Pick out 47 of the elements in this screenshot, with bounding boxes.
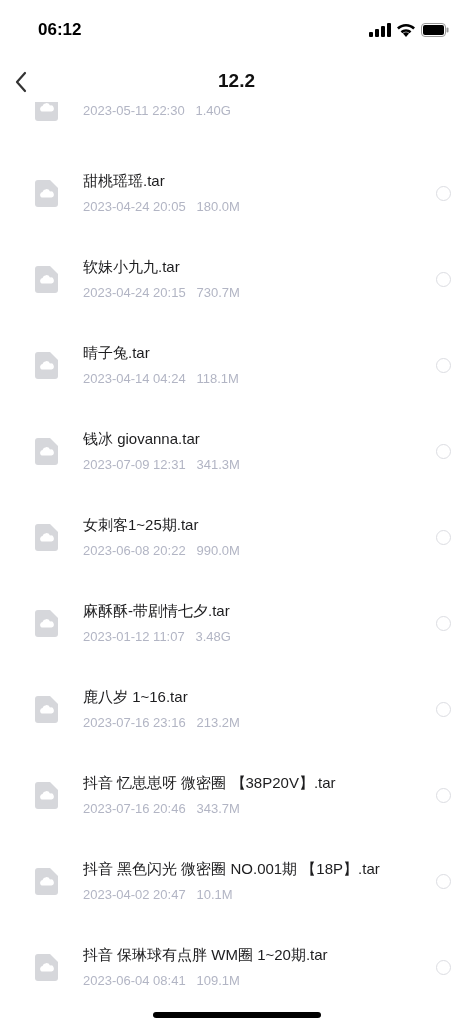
- select-radio[interactable]: [436, 959, 451, 975]
- cloud-file-icon: [35, 781, 58, 809]
- select-radio[interactable]: [436, 271, 451, 287]
- select-radio[interactable]: [436, 357, 451, 373]
- file-meta: 2023-07-09 12:31 341.3M: [83, 455, 241, 474]
- status-time: 06:12: [38, 20, 82, 40]
- file-name: 抖音 黑色闪光 微密圈 NO.001期 【18P】.tar: [83, 858, 381, 879]
- file-meta: 2023-05-11 22:30 1.40G: [83, 102, 232, 120]
- cloud-file-icon: [35, 265, 58, 293]
- cloud-file-icon: [35, 523, 58, 551]
- file-name: 甜桃瑶瑶.tar: [83, 170, 166, 191]
- select-radio[interactable]: [436, 529, 451, 545]
- select-radio[interactable]: [436, 787, 451, 803]
- cloud-file-icon: [35, 867, 58, 895]
- cloud-file-icon: [35, 102, 58, 121]
- file-name: 女刺客1~25期.tar: [83, 514, 200, 535]
- file-name: 抖音 忆崽崽呀 微密圈 【38P20V】.tar: [83, 772, 337, 793]
- select-radio[interactable]: [436, 615, 451, 631]
- file-meta: 2023-07-16 20:46 343.7M: [83, 799, 241, 818]
- signal-icon: [369, 23, 391, 37]
- file-name: 钱冰 giovanna.tar: [83, 428, 201, 449]
- select-radio[interactable]: [436, 701, 451, 717]
- file-name: 软妹小九九.tar: [83, 256, 181, 277]
- file-meta: 2023-07-16 23:16 213.2M: [83, 713, 241, 732]
- cloud-file-icon: [35, 437, 58, 465]
- select-radio[interactable]: [436, 873, 451, 889]
- file-meta: 2023-04-24 20:05 180.0M: [83, 197, 241, 216]
- file-meta: 2023-06-04 08:41 109.1M: [83, 971, 241, 990]
- cloud-file-icon: [35, 351, 58, 379]
- select-radio[interactable]: [436, 443, 451, 459]
- wifi-icon: [397, 23, 415, 37]
- cloud-file-icon: [35, 609, 58, 637]
- file-name: 抖音 保琳球有点胖 WM圈 1~20期.tar: [83, 944, 329, 965]
- cloud-file-icon: [35, 695, 58, 723]
- battery-icon: [421, 23, 449, 37]
- select-radio[interactable]: [436, 185, 451, 201]
- cloud-file-icon: [35, 179, 58, 207]
- file-meta: 2023-01-12 11:07 3.48G: [83, 627, 232, 646]
- cloud-file-icon: [35, 953, 58, 981]
- file-name: 麻酥酥-带剧情七夕.tar: [83, 600, 231, 621]
- file-name: 晴子兔.tar: [83, 342, 151, 363]
- file-meta: 2023-04-14 04:24 118.1M: [83, 369, 240, 388]
- file-meta: 2023-04-24 20:15 730.7M: [83, 283, 241, 302]
- page-title: 12.2: [218, 70, 255, 92]
- file-meta: 2023-04-02 20:47 10.1M: [83, 885, 234, 904]
- file-meta: 2023-06-08 20:22 990.0M: [83, 541, 241, 560]
- file-name: 鹿八岁 1~16.tar: [83, 686, 189, 707]
